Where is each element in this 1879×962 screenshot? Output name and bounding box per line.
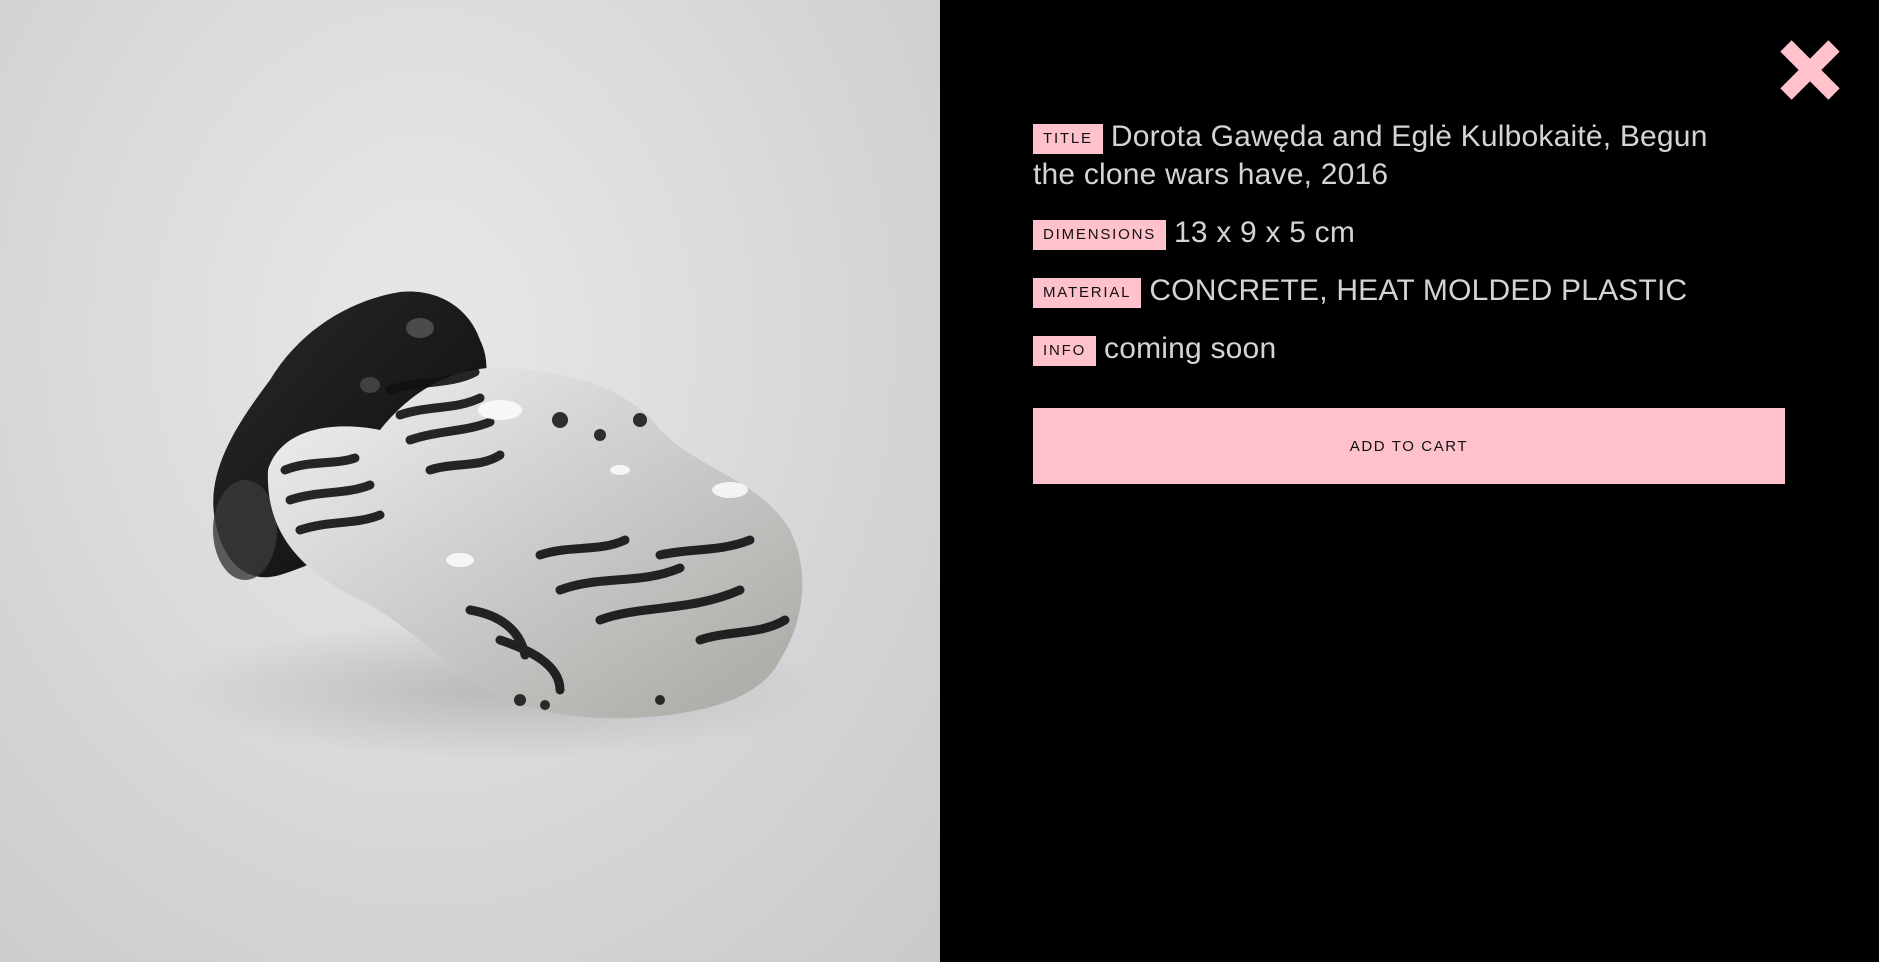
add-to-cart-button[interactable]: ADD TO CART [1033, 408, 1785, 484]
info-row: INFO coming soon [1033, 330, 1733, 368]
title-row: TITLE Dorota Gawęda and Eglė Kulbokaitė, … [1033, 118, 1733, 194]
product-details: TITLE Dorota Gawęda and Eglė Kulbokaitė, … [1033, 118, 1733, 388]
title-tag: TITLE [1033, 124, 1103, 154]
sculpture-image [170, 291, 830, 760]
material-row: MATERIAL CONCRETE, HEAT MOLDED PLASTIC [1033, 272, 1733, 310]
material-tag: MATERIAL [1033, 278, 1142, 308]
dimensions-row: DIMENSIONS 13 x 9 x 5 cm [1033, 214, 1733, 252]
dimensions-tag: DIMENSIONS [1033, 220, 1167, 250]
artwork-info: coming soon [1104, 332, 1277, 365]
product-lightbox: TITLE Dorota Gawęda and Eglė Kulbokaitė, … [0, 0, 1879, 962]
product-details-panel: TITLE Dorota Gawęda and Eglė Kulbokaitė, … [940, 0, 1879, 962]
artwork-photo [0, 0, 940, 962]
artwork-material: CONCRETE, HEAT MOLDED PLASTIC [1149, 274, 1688, 307]
artwork-title: Dorota Gawęda and Eglė Kulbokaitė, Begun… [1033, 120, 1708, 191]
close-x-icon[interactable] [1772, 32, 1848, 108]
info-tag: INFO [1033, 336, 1097, 366]
artwork-dimensions: 13 x 9 x 5 cm [1174, 216, 1356, 249]
